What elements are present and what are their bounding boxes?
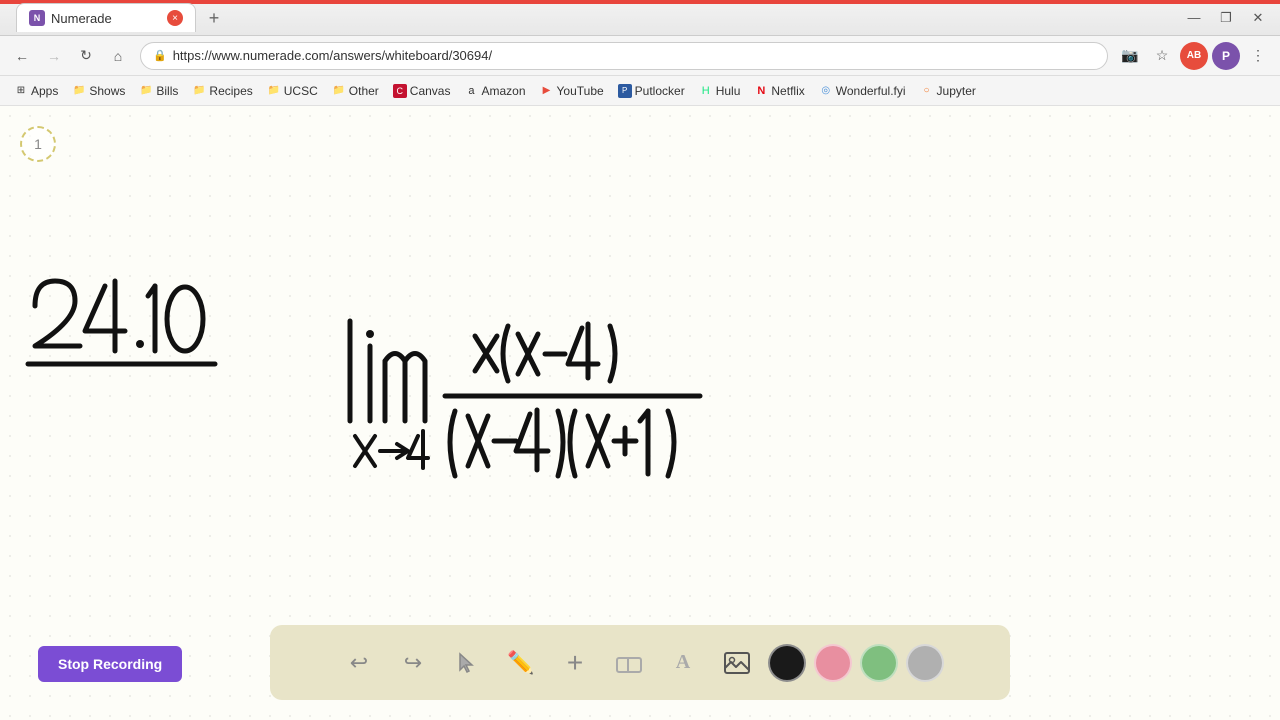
shows-icon: 📁 <box>72 84 86 98</box>
bookmarks-bar: ⊞ Apps 📁 Shows 📁 Bills 📁 Recipes 📁 UCSC … <box>0 76 1280 106</box>
bookmark-bills[interactable]: 📁 Bills <box>133 82 184 100</box>
minimize-button[interactable]: — <box>1180 4 1208 32</box>
bookmark-canvas-label: Canvas <box>410 84 451 98</box>
color-pink[interactable] <box>814 644 852 682</box>
bookmark-apps-label: Apps <box>31 84 58 98</box>
tab-favicon: N <box>29 10 45 26</box>
address-bar[interactable]: 🔒 https://www.numerade.com/answers/white… <box>140 42 1108 70</box>
wonderful-icon: ◎ <box>819 84 833 98</box>
apps-icon: ⊞ <box>14 84 28 98</box>
bottom-toolbar: ↩ ↪ ✏️ + A <box>270 625 1010 700</box>
browser-frame: N Numerade × + — ❐ ✕ ← → ↻ ⌂ 🔒 https://w… <box>0 0 1280 720</box>
bookmark-putlocker[interactable]: P Putlocker <box>612 82 691 100</box>
bookmark-recipes[interactable]: 📁 Recipes <box>186 82 258 100</box>
profile-button[interactable]: P <box>1212 42 1240 70</box>
maximize-button[interactable]: ❐ <box>1212 4 1240 32</box>
bookmark-netflix-label: Netflix <box>771 84 804 98</box>
bookmark-youtube-label: YouTube <box>557 84 604 98</box>
text-tool-button[interactable]: A <box>660 640 706 686</box>
netflix-icon: N <box>754 84 768 98</box>
bookmark-putlocker-label: Putlocker <box>635 84 685 98</box>
menu-button[interactable]: ⋮ <box>1244 42 1272 70</box>
tab-title: Numerade <box>51 11 161 26</box>
bookmark-bills-label: Bills <box>156 84 178 98</box>
home-button[interactable]: ⌂ <box>104 42 132 70</box>
bookmark-amazon[interactable]: a Amazon <box>458 82 531 100</box>
jupyter-icon: ○ <box>920 84 934 98</box>
bookmark-wonderful-label: Wonderful.fyi <box>836 84 906 98</box>
bookmark-recipes-label: Recipes <box>209 84 252 98</box>
bookmark-jupyter-label: Jupyter <box>937 84 976 98</box>
active-tab[interactable]: N Numerade × <box>16 3 196 32</box>
forward-button[interactable]: → <box>40 42 68 70</box>
color-black[interactable] <box>768 644 806 682</box>
color-green[interactable] <box>860 644 898 682</box>
bookmark-shows-label: Shows <box>89 84 125 98</box>
canvas-icon: C <box>393 84 407 98</box>
nav-right-controls: 📷 ☆ AB P ⋮ <box>1116 42 1272 70</box>
bookmark-wonderful[interactable]: ◎ Wonderful.fyi <box>813 82 912 100</box>
window-controls: — ❐ ✕ <box>1180 4 1272 32</box>
nav-bar: ← → ↻ ⌂ 🔒 https://www.numerade.com/answe… <box>0 36 1280 76</box>
new-tab-button[interactable]: + <box>200 4 228 32</box>
bookmark-star-icon[interactable]: ☆ <box>1148 42 1176 70</box>
title-bar: N Numerade × + — ❐ ✕ <box>0 0 1280 36</box>
bills-icon: 📁 <box>139 84 153 98</box>
recipes-icon: 📁 <box>192 84 206 98</box>
url-text: https://www.numerade.com/answers/whitebo… <box>173 48 1095 63</box>
bookmark-canvas[interactable]: C Canvas <box>387 82 457 100</box>
pen-tool-button[interactable]: ✏️ <box>498 640 544 686</box>
ucsc-icon: 📁 <box>267 84 281 98</box>
bookmark-hulu-label: Hulu <box>716 84 741 98</box>
bookmark-ucsc-label: UCSC <box>284 84 318 98</box>
tab-bar: N Numerade × + <box>8 3 236 32</box>
redo-button[interactable]: ↪ <box>390 640 436 686</box>
close-button[interactable]: ✕ <box>1244 4 1272 32</box>
bookmark-shows[interactable]: 📁 Shows <box>66 82 131 100</box>
bookmark-apps[interactable]: ⊞ Apps <box>8 82 64 100</box>
bookmark-other-label: Other <box>349 84 379 98</box>
youtube-icon: ▶ <box>540 84 554 98</box>
select-tool-button[interactable] <box>444 640 490 686</box>
lock-icon: 🔒 <box>153 49 167 62</box>
stop-recording-button[interactable]: Stop Recording <box>38 646 182 682</box>
bookmark-other[interactable]: 📁 Other <box>326 82 385 100</box>
bookmark-hulu[interactable]: H Hulu <box>693 82 747 100</box>
bookmark-netflix[interactable]: N Netflix <box>748 82 810 100</box>
other-icon: 📁 <box>332 84 346 98</box>
video-icon[interactable]: 📷 <box>1116 42 1144 70</box>
bookmark-amazon-label: Amazon <box>481 84 525 98</box>
add-button[interactable]: + <box>552 640 598 686</box>
undo-button[interactable]: ↩ <box>336 640 382 686</box>
putlocker-icon: P <box>618 84 632 98</box>
eraser-tool-button[interactable] <box>606 640 652 686</box>
refresh-button[interactable]: ↻ <box>72 42 100 70</box>
bookmark-jupyter[interactable]: ○ Jupyter <box>914 82 982 100</box>
bookmark-youtube[interactable]: ▶ YouTube <box>534 82 610 100</box>
whiteboard-drawing <box>0 106 1280 636</box>
whiteboard-area[interactable]: 1 <box>0 106 1280 720</box>
bookmark-ucsc[interactable]: 📁 UCSC <box>261 82 324 100</box>
back-button[interactable]: ← <box>8 42 36 70</box>
color-gray[interactable] <box>906 644 944 682</box>
tab-close-button[interactable]: × <box>167 10 183 26</box>
amazon-icon: a <box>464 84 478 98</box>
image-tool-button[interactable] <box>714 640 760 686</box>
hulu-icon: H <box>699 84 713 98</box>
extension-badge[interactable]: AB <box>1180 42 1208 70</box>
